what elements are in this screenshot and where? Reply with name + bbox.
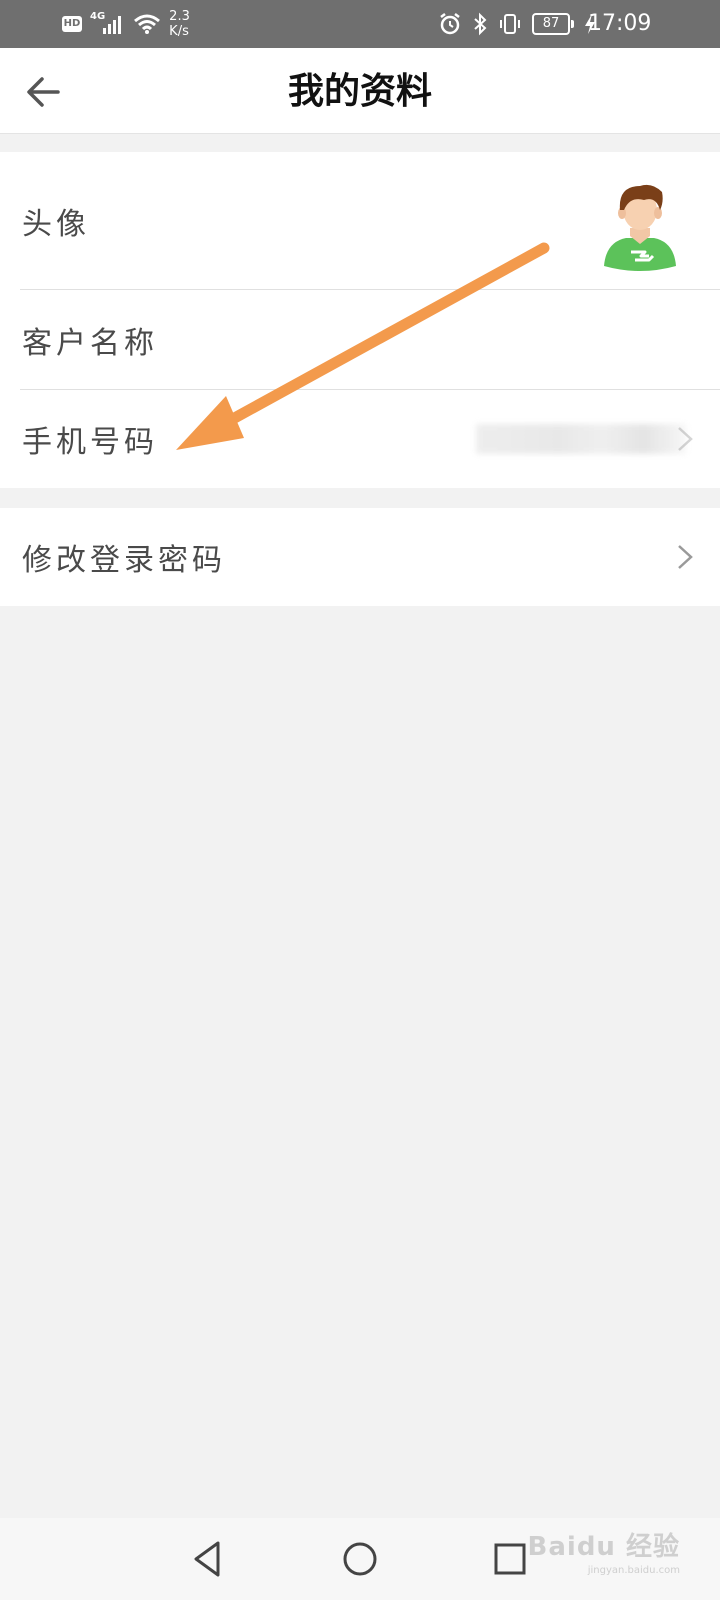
phone-row[interactable]: 手机号码	[0, 390, 720, 488]
vibrate-icon	[500, 14, 520, 34]
status-time: 17:09	[588, 11, 652, 36]
avatar-row[interactable]: 头像	[0, 152, 720, 290]
circle-home-icon	[343, 1542, 377, 1576]
avatar-label: 头像	[22, 207, 90, 242]
network-type: 4G	[90, 10, 106, 22]
chevron-right-icon	[678, 545, 693, 569]
triangle-back-icon	[194, 1541, 220, 1577]
system-nav-bar: Baidu 经验 jingyan.baidu.com	[0, 1518, 720, 1600]
security-group: 修改登录密码	[0, 508, 720, 606]
page-title: 我的资料	[287, 70, 432, 112]
name-label: 客户名称	[22, 326, 158, 361]
status-right: 87	[438, 0, 596, 48]
change-password-row[interactable]: 修改登录密码	[0, 508, 720, 606]
speed-unit: K/s	[169, 24, 189, 39]
wifi-icon	[134, 14, 161, 34]
name-row[interactable]: 客户名称	[0, 290, 720, 390]
chevron-right-icon	[678, 427, 693, 451]
nav-back-button[interactable]	[184, 1535, 232, 1583]
watermark-sub: jingyan.baidu.com	[587, 1565, 680, 1576]
battery-indicator: 87	[532, 13, 574, 35]
nav-home-button[interactable]	[336, 1535, 384, 1583]
hd-badge: HD	[62, 16, 82, 32]
watermark: Baidu 经验 jingyan.baidu.com	[528, 1526, 680, 1576]
status-left: HD 4G 2.3 K/s	[62, 0, 190, 48]
speed-value: 2.3	[169, 9, 190, 24]
avatar[interactable]	[600, 180, 680, 272]
alarm-icon	[440, 13, 460, 35]
phone-value-blurred	[476, 424, 686, 454]
network-speed: 2.3 K/s	[169, 9, 190, 39]
change-password-label: 修改登录密码	[22, 543, 226, 578]
signal-icon	[103, 16, 122, 34]
phone-label: 手机号码	[22, 425, 158, 460]
watermark-main: Baidu 经验	[527, 1532, 680, 1562]
app-header: 我的资料	[0, 48, 720, 134]
profile-info-group: 头像 客户名称 手机号码	[0, 152, 720, 488]
bluetooth-icon	[474, 12, 487, 36]
status-bar: HD 4G 2.3 K/s 87 17:09	[0, 0, 720, 48]
